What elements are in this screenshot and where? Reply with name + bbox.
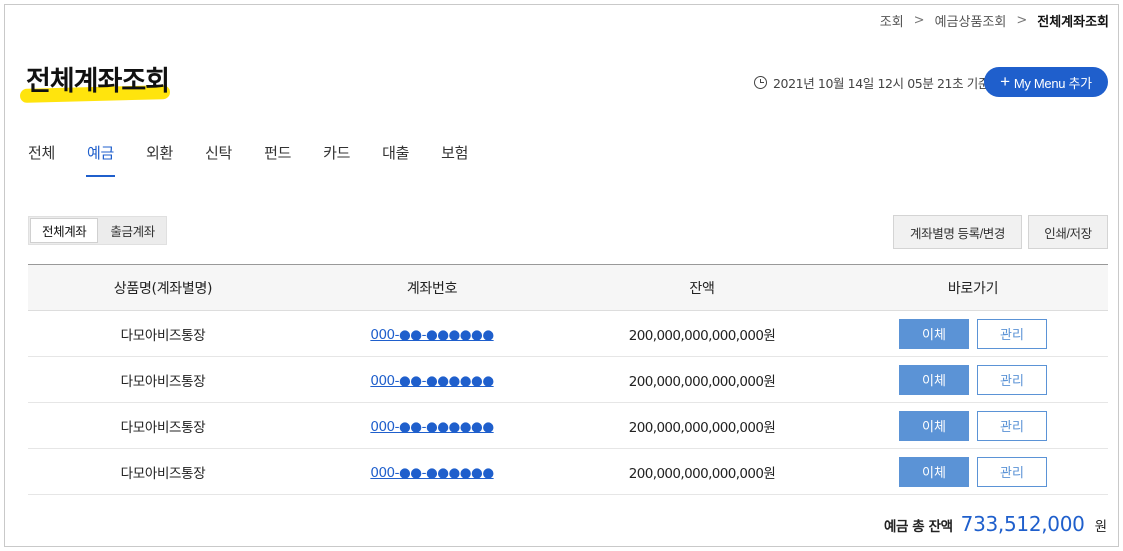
- account-number-link[interactable]: 000-●●-●●●●●●: [370, 465, 494, 481]
- manage-button[interactable]: 관리: [977, 364, 1047, 395]
- total-value: 733,512,000: [960, 512, 1085, 536]
- tab-card[interactable]: 카드: [323, 140, 350, 177]
- transfer-button[interactable]: 이체: [899, 410, 969, 441]
- table-row: 다모아비즈통장 000-●●-●●●●●● 200,000,000,000,00…: [28, 311, 1108, 357]
- breadcrumb-item-current: 전체계좌조회: [1037, 15, 1109, 30]
- deposit-total: 예금 총 잔액 733,512,000 원: [884, 512, 1107, 536]
- tab-all[interactable]: 전체: [28, 140, 55, 177]
- balance: 200,000,000,000,000원: [628, 327, 776, 344]
- total-unit: 원: [1094, 519, 1107, 535]
- table-row: 다모아비즈통장 000-●●-●●●●●● 200,000,000,000,00…: [28, 403, 1108, 449]
- header-account-number: 계좌번호: [406, 280, 458, 297]
- tab-trust[interactable]: 신탁: [205, 140, 232, 177]
- account-filter-toggle: 전체계좌 출금계좌: [28, 216, 167, 245]
- tab-foreign-exchange[interactable]: 외환: [146, 140, 173, 177]
- tab-insurance[interactable]: 보험: [441, 140, 468, 177]
- manage-button[interactable]: 관리: [977, 318, 1047, 349]
- balance: 200,000,000,000,000원: [628, 373, 776, 390]
- table-row: 다모아비즈통장 000-●●-●●●●●● 200,000,000,000,00…: [28, 357, 1108, 403]
- tab-fund[interactable]: 펀드: [264, 140, 291, 177]
- transfer-button[interactable]: 이체: [899, 456, 969, 487]
- page-title: 전체계좌조회: [26, 66, 170, 97]
- account-number-link[interactable]: 000-●●-●●●●●●: [370, 327, 494, 343]
- product-name: 다모아비즈통장: [120, 327, 206, 344]
- account-number-link[interactable]: 000-●●-●●●●●●: [370, 373, 494, 389]
- print-save-button[interactable]: 인쇄/저장: [1028, 215, 1108, 249]
- breadcrumb-separator: >: [913, 13, 925, 28]
- product-name: 다모아비즈통장: [120, 373, 206, 390]
- header-shortcuts: 바로가기: [947, 280, 999, 297]
- product-name: 다모아비즈통장: [120, 419, 206, 436]
- timestamp: 2021년 10월 14일 12시 05분 21초 기준: [754, 73, 989, 92]
- manage-button[interactable]: 관리: [977, 456, 1047, 487]
- timestamp-text: 2021년 10월 14일 12시 05분 21초 기준: [773, 76, 989, 91]
- header-balance: 잔액: [689, 280, 715, 297]
- breadcrumb: 조회 > 예금상품조회 > 전체계좌조회: [880, 11, 1109, 30]
- table-row: 다모아비즈통장 000-●●-●●●●●● 200,000,000,000,00…: [28, 449, 1108, 495]
- breadcrumb-separator: >: [1016, 13, 1028, 28]
- my-menu-add-button[interactable]: + My Menu 추가: [984, 67, 1108, 97]
- tab-loan[interactable]: 대출: [382, 140, 409, 177]
- my-menu-add-label: My Menu 추가: [1013, 75, 1092, 91]
- balance: 200,000,000,000,000원: [628, 419, 776, 436]
- transfer-button[interactable]: 이체: [899, 364, 969, 395]
- title-area: 전체계좌조회: [18, 62, 171, 106]
- product-name: 다모아비즈통장: [120, 465, 206, 482]
- tab-deposit[interactable]: 예금: [86, 140, 116, 177]
- table-header: 상품명(계좌별명) 계좌번호 잔액 바로가기: [28, 264, 1108, 311]
- account-number-link[interactable]: 000-●●-●●●●●●: [370, 419, 494, 435]
- account-alias-button[interactable]: 계좌별명 등록/변경: [893, 215, 1022, 249]
- total-label: 예금 총 잔액: [883, 519, 953, 535]
- filter-withdraw-accounts[interactable]: 출금계좌: [99, 217, 165, 244]
- balance: 200,000,000,000,000원: [628, 465, 776, 482]
- header-product-name: 상품명(계좌별명): [113, 280, 213, 297]
- transfer-button[interactable]: 이체: [899, 318, 969, 349]
- manage-button[interactable]: 관리: [977, 410, 1047, 441]
- filter-all-accounts[interactable]: 전체계좌: [30, 218, 99, 243]
- plus-icon: +: [1000, 72, 1010, 91]
- product-tabs: 전체 예금 외환 신탁 펀드 카드 대출 보험: [28, 140, 468, 177]
- breadcrumb-item-deposit-products[interactable]: 예금상품조회: [935, 11, 1007, 30]
- clock-icon: [754, 76, 767, 89]
- breadcrumb-item-inquiry[interactable]: 조회: [880, 11, 904, 30]
- account-table: 상품명(계좌별명) 계좌번호 잔액 바로가기 다모아비즈통장 000-●●-●●…: [28, 264, 1108, 495]
